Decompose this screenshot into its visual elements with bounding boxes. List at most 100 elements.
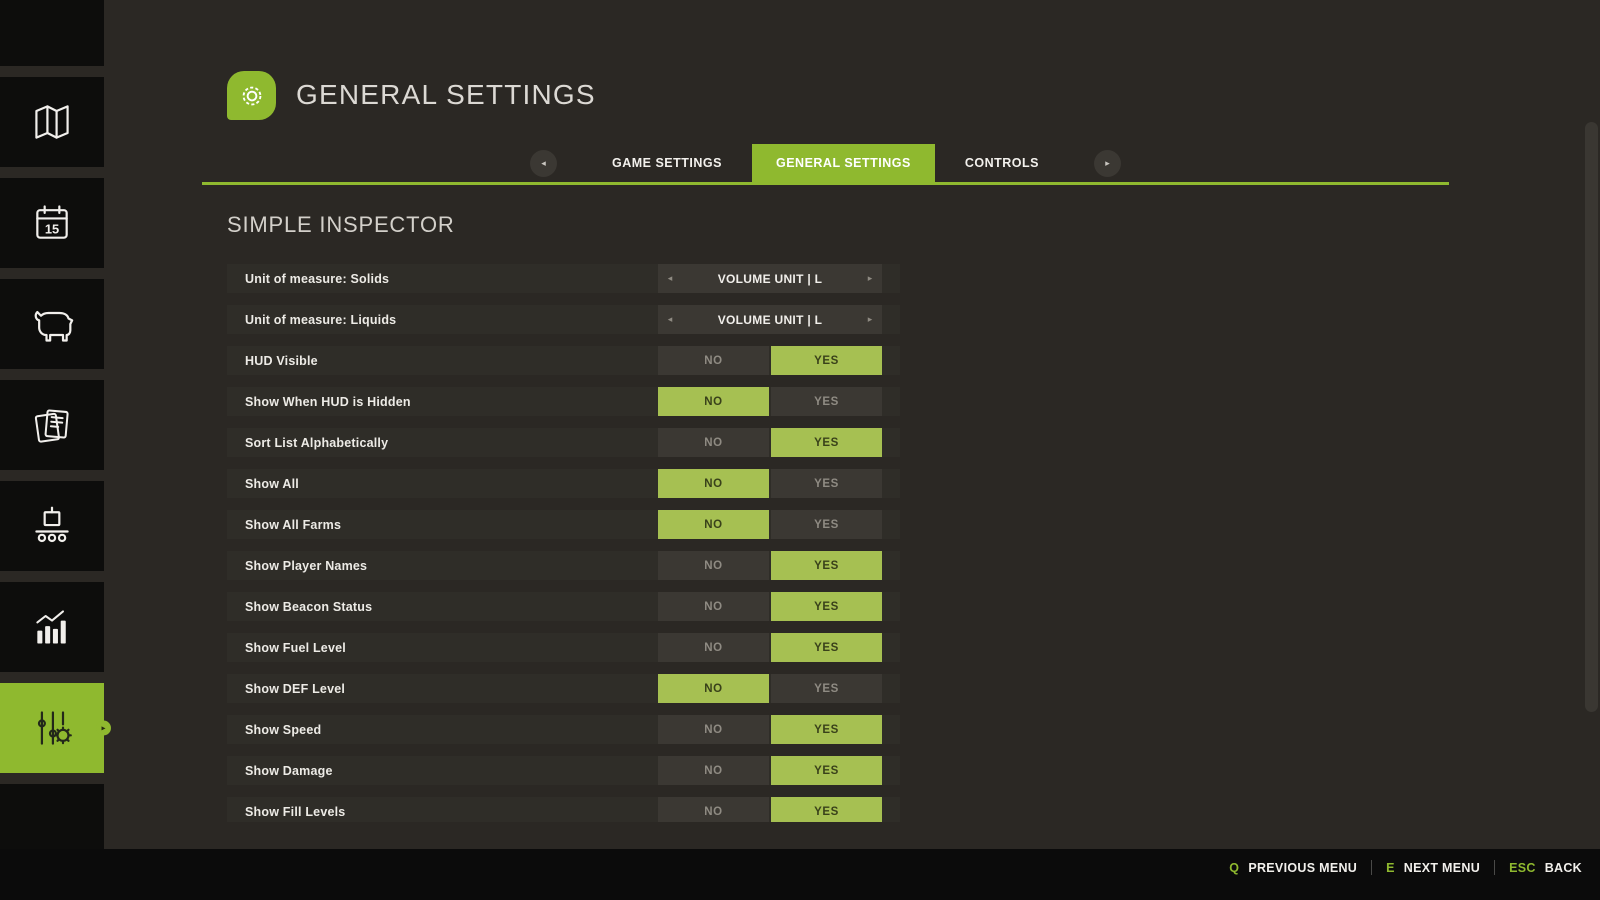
setting-row: Show Player Names NOYES	[227, 551, 900, 580]
toggle-yes-button[interactable]: YES	[771, 346, 882, 375]
active-item-notch: ▸	[96, 721, 111, 736]
toggle-no-button[interactable]: NO	[658, 551, 769, 580]
section-title: SIMPLE INSPECTOR	[227, 212, 455, 238]
setting-label: Show Fuel Level	[245, 641, 346, 655]
map-icon	[30, 100, 74, 144]
sidebar-item-animals[interactable]	[0, 279, 104, 369]
setting-row: HUD VisibleNOYES	[227, 346, 900, 375]
toggle-yes-button[interactable]: YES	[771, 633, 882, 662]
toggle-group: NOYES	[658, 551, 882, 580]
hint-label: NEXT MENU	[1404, 861, 1480, 875]
toggle-no-button[interactable]: NO	[658, 510, 769, 539]
toggle-yes-button[interactable]: YES	[771, 797, 882, 822]
tab-general-settings[interactable]: GENERAL SETTINGS	[752, 144, 935, 182]
setting-row: Show Fuel Level NOYES	[227, 633, 900, 662]
toggle-no-button[interactable]: NO	[658, 633, 769, 662]
tab-bar: GAME SETTINGSGENERAL SETTINGSCONTROLS	[202, 144, 1449, 185]
contracts-icon	[30, 403, 74, 447]
toggle-yes-button[interactable]: YES	[771, 592, 882, 621]
selector-prev-icon[interactable]	[658, 264, 682, 293]
setting-label: Sort List Alphabetically	[245, 436, 388, 450]
toggle-no-button[interactable]: NO	[658, 469, 769, 498]
setting-label: Show Fill Levels	[245, 805, 345, 819]
setting-label: Show Speed	[245, 723, 321, 737]
setting-row: Show Fill Levels NOYES	[227, 797, 900, 822]
toggle-yes-button[interactable]: YES	[771, 510, 882, 539]
setting-row: Show Beacon Status NOYES	[227, 592, 900, 621]
sidebar-logo	[0, 0, 104, 66]
sidebar-item-settings[interactable]: ▸	[0, 683, 104, 773]
setting-label: Show Beacon Status	[245, 600, 372, 614]
tab-list: GAME SETTINGSGENERAL SETTINGSCONTROLS	[585, 144, 1066, 182]
toggle-no-button[interactable]: NO	[658, 674, 769, 703]
setting-row: Show All NOYES	[227, 469, 900, 498]
sidebar-item-statistics[interactable]	[0, 582, 104, 672]
setting-row: Sort List Alphabetically NOYES	[227, 428, 900, 457]
toggle-yes-button[interactable]: YES	[771, 428, 882, 457]
selector-value: VOLUME UNIT | L	[682, 272, 858, 286]
toggle-no-button[interactable]: NO	[658, 715, 769, 744]
selector-prev-icon[interactable]	[658, 305, 682, 334]
screen: 15 ▸ GENERAL SETTINGS GAME SETTINGSGENERA…	[0, 0, 1600, 900]
toggle-no-button[interactable]: NO	[658, 428, 769, 457]
selector-next-icon[interactable]	[858, 264, 882, 293]
toggle-no-button[interactable]: NO	[658, 756, 769, 785]
gear-icon	[237, 81, 267, 111]
toggle-yes-button[interactable]: YES	[771, 715, 882, 744]
hint-key: E	[1386, 861, 1395, 875]
setting-label: Show DEF Level	[245, 682, 345, 696]
footer-hint-bar: QPREVIOUS MENUENEXT MENUESCBACK	[0, 849, 1600, 900]
setting-label: Show Damage	[245, 764, 333, 778]
svg-text:15: 15	[45, 222, 59, 237]
toggle-yes-button[interactable]: YES	[771, 551, 882, 580]
sidebar-item-contracts[interactable]	[0, 380, 104, 470]
toggle-group: NOYES	[658, 674, 882, 703]
selector-value: VOLUME UNIT | L	[682, 313, 858, 327]
tab-controls[interactable]: CONTROLS	[941, 144, 1063, 182]
sidebar-item-map[interactable]	[0, 77, 104, 167]
scrollbar-thumb[interactable]	[1585, 122, 1598, 712]
setting-label: Show All Farms	[245, 518, 341, 532]
toggle-group: NOYES	[658, 633, 882, 662]
hint-label: BACK	[1545, 861, 1582, 875]
footer-divider	[1371, 860, 1372, 875]
tab-game-settings[interactable]: GAME SETTINGS	[588, 144, 746, 182]
toggle-group: NOYES	[658, 428, 882, 457]
sidebar-item-calendar[interactable]: 15	[0, 178, 104, 268]
selector-next-icon[interactable]	[858, 305, 882, 334]
setting-label: Show Player Names	[245, 559, 367, 573]
toggle-yes-button[interactable]: YES	[771, 469, 882, 498]
tabs-next-button[interactable]	[1094, 150, 1121, 177]
tabs-prev-button[interactable]	[530, 150, 557, 177]
settings-sliders-icon	[30, 706, 74, 750]
settings-gear-badge	[227, 71, 276, 120]
sidebar-item-production[interactable]	[0, 481, 104, 571]
toggle-yes-button[interactable]: YES	[771, 387, 882, 416]
toggle-group: NOYES	[658, 715, 882, 744]
setting-row: Unit of measure: Liquids VOLUME UNIT | L	[227, 305, 900, 334]
footer-hints: QPREVIOUS MENUENEXT MENUESCBACK	[1229, 860, 1582, 875]
hint-key: ESC	[1509, 861, 1536, 875]
statistics-icon	[30, 605, 74, 649]
toggle-no-button[interactable]: NO	[658, 797, 769, 822]
footer-divider	[1494, 860, 1495, 875]
toggle-no-button[interactable]: NO	[658, 346, 769, 375]
value-selector: VOLUME UNIT | L	[658, 305, 882, 334]
setting-row: Unit of measure: Solids VOLUME UNIT | L	[227, 264, 900, 293]
toggle-no-button[interactable]: NO	[658, 387, 769, 416]
setting-label: Unit of measure: Liquids	[245, 313, 396, 327]
production-icon	[30, 504, 74, 548]
toggle-group: NOYES	[658, 797, 882, 822]
settings-list: Unit of measure: SolidsVOLUME UNIT | LUn…	[227, 264, 900, 822]
toggle-group: NOYES	[658, 756, 882, 785]
toggle-no-button[interactable]: NO	[658, 592, 769, 621]
setting-label: Unit of measure: Solids	[245, 272, 389, 286]
setting-row: Show Speed NOYES	[227, 715, 900, 744]
toggle-group: NOYES	[658, 592, 882, 621]
toggle-yes-button[interactable]: YES	[771, 756, 882, 785]
toggle-yes-button[interactable]: YES	[771, 674, 882, 703]
setting-row: Show All Farms NOYES	[227, 510, 900, 539]
sidebar: 15 ▸	[0, 0, 104, 900]
toggle-group: NOYES	[658, 387, 882, 416]
setting-label: Show All	[245, 477, 299, 491]
